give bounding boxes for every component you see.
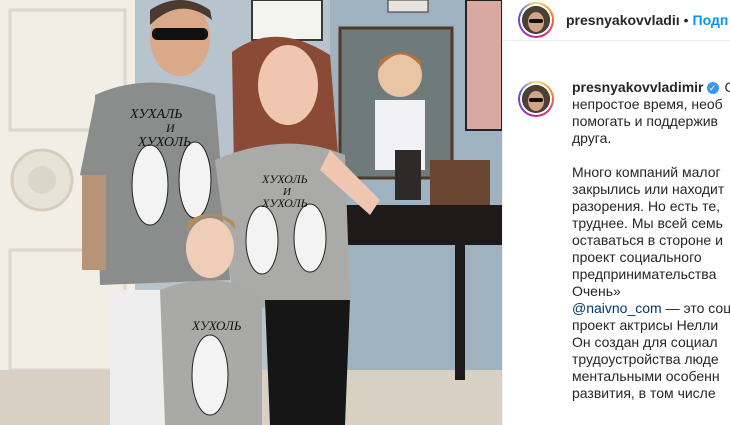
caption-line: Очень» [572, 283, 621, 299]
mention-link[interactable]: @naivno_com [572, 300, 662, 316]
caption-line: проект социального [572, 249, 702, 265]
caption-line: закрылись или находит [572, 181, 725, 197]
caption-trailing: С [725, 79, 730, 96]
caption-avatar[interactable] [518, 81, 554, 117]
family-photo-illustration: ХУХАЛЬ И ХУХОЛЬ ХУХОЛЬ И ХУХОЛЬ ХУХОЛЬ [0, 0, 502, 425]
woman-shirt-text-3: ХУХОЛЬ [261, 196, 308, 210]
caption-line: оставаться в стороне и [572, 232, 723, 248]
post-header: presnyakovvladiı • Подп [503, 0, 730, 41]
woman-shirt-text-1: ХУХОЛЬ [261, 172, 308, 186]
post-sidebar: presnyakovvladiı • Подп presnyakovvladim… [502, 0, 730, 425]
caption-line: Много компаний малог [572, 164, 721, 180]
caption-avatar-image [522, 85, 550, 113]
caption-line: Он создан для социал [572, 334, 718, 350]
caption-text: presnyakovvladimir ✓ С непростое время, … [572, 79, 730, 402]
caption-line: ментальными особенн [572, 368, 720, 384]
caption-line: труднее. Мы всей семь [572, 215, 723, 231]
caption-line: помогать и поддержив [572, 113, 718, 129]
avatar-image [522, 6, 550, 34]
caption-line: друга. [572, 130, 612, 146]
header-separator: • [683, 12, 689, 28]
verified-badge-icon: ✓ [706, 81, 719, 94]
caption-mention-rest: — это соц [661, 300, 730, 316]
caption-line: проект актрисы Нелли [572, 317, 719, 333]
header-username[interactable]: presnyakovvladiı [566, 12, 680, 28]
man-shirt-text-2: И [165, 121, 176, 135]
follow-button[interactable]: Подп [693, 12, 729, 28]
man-shirt-text-3: ХУХОЛЬ [137, 135, 191, 150]
post-photo[interactable]: ХУХАЛЬ И ХУХОЛЬ ХУХОЛЬ И ХУХОЛЬ ХУХОЛЬ [0, 0, 502, 425]
caption-line: трудоустройства люде [572, 351, 719, 367]
caption-comment: presnyakovvladimir ✓ С непростое время, … [503, 41, 730, 402]
man-shirt-text-1: ХУХАЛЬ [129, 107, 183, 122]
caption-username[interactable]: presnyakovvladimir [572, 79, 704, 96]
header-avatar[interactable] [518, 2, 554, 38]
caption-line: непростое время, необ [572, 96, 723, 112]
boy-shirt-text: ХУХОЛЬ [191, 318, 242, 333]
caption-line: развития, в том числе [572, 385, 716, 401]
caption-line: разорения. Но есть те, [572, 198, 721, 214]
caption-mention-line: @naivno_com — это соц [572, 300, 730, 317]
caption-line: предпринимательства [572, 266, 717, 282]
